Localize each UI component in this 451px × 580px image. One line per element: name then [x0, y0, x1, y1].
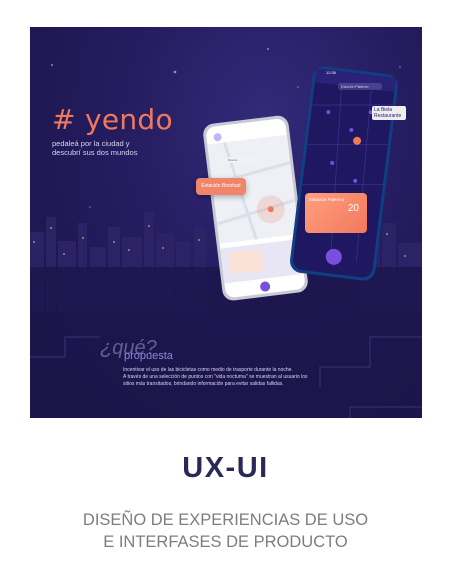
statusbar-time: 12:30 [326, 70, 337, 75]
category-subtitle-line1: DISEÑO DE EXPERIENCIAS DE USO [82, 511, 369, 529]
front-phone-search-input[interactable] [226, 157, 256, 163]
brand-tagline-line1: pedaleá por la ciudad y [52, 139, 130, 148]
map-station-bubble[interactable]: Estación Borxhad [196, 178, 246, 195]
station-card-title: Estación Palermo [309, 197, 345, 202]
category-title[interactable]: UX-UI [0, 452, 451, 485]
proposal-heading: propuesta [124, 350, 173, 362]
back-phone-search-input[interactable] [338, 83, 382, 90]
brand-tagline: pedaleá por la ciudad y descubrí sus dos… [52, 139, 182, 157]
category-subtitle-line2: E INTERFASES DE PRODUCTO [103, 533, 348, 551]
proposal-line-1: Incentivar el uso de las bicicletas como… [123, 367, 293, 373]
station-card[interactable]: Estación Palermo 20 [305, 193, 367, 233]
project-cover-image[interactable]: 12:30 Estación Borxhad La Biela Restaura… [30, 27, 422, 418]
station-card-count: 20 [347, 203, 359, 214]
proposal-line-3: sitios más transitados, brindando inform… [123, 381, 284, 387]
brand-tagline-line2: descubrí sus dos mundos [52, 148, 138, 157]
location-tag[interactable]: La Biela Restaurante [372, 106, 406, 120]
category-subtitle: DISEÑO DE EXPERIENCIAS DE USO E INTERFAS… [0, 509, 451, 553]
proposal-line-2: A través de una selección de puntos con … [123, 374, 308, 380]
proposal-text: Incentivar el uso de las bicicletas como… [123, 367, 333, 388]
brand-title: # yendo [52, 103, 173, 136]
location-tag-line2: Restaurante [374, 113, 402, 119]
